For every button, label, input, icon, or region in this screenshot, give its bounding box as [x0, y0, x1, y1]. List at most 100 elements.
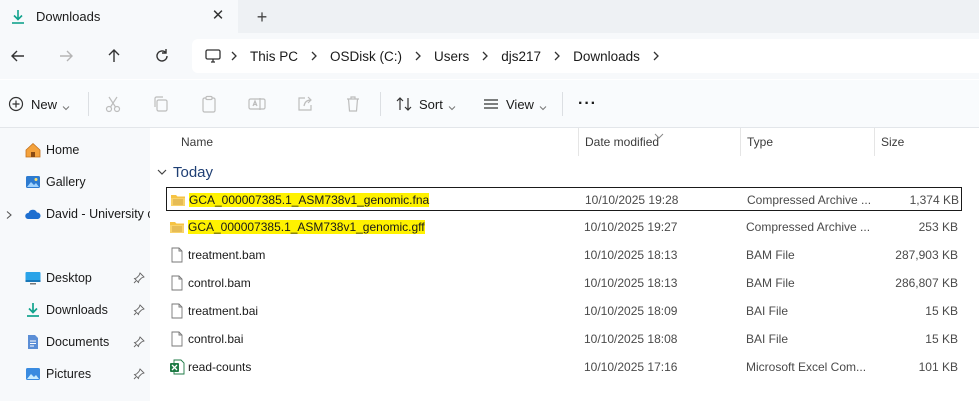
tab-title: Downloads [36, 9, 101, 24]
sidebar-item-documents[interactable]: Documents [0, 328, 150, 356]
breadcrumb-osdisk[interactable]: OSDisk (C:) [326, 49, 406, 64]
toolbar-divider [88, 92, 89, 116]
chevron-right-icon[interactable] [545, 48, 569, 64]
paste-icon[interactable] [199, 94, 219, 114]
download-icon [10, 9, 26, 25]
tab-bar: Downloads ✕ + [0, 0, 979, 33]
column-divider[interactable] [578, 128, 579, 156]
new-tab-button[interactable]: + [252, 7, 272, 27]
more-options-button[interactable]: ··· [578, 94, 597, 114]
sort-label: Sort [419, 96, 443, 112]
breadcrumb-users[interactable]: Users [430, 49, 473, 64]
file-row[interactable]: GCA_000007385.1_ASM738v1_genomic.gff 10/… [166, 215, 962, 239]
chevron-right-icon[interactable] [406, 48, 430, 64]
file-date: 10/10/2025 17:16 [584, 360, 678, 374]
chevron-down-icon [62, 100, 70, 111]
pin-icon[interactable] [133, 368, 145, 380]
copy-icon[interactable] [151, 94, 171, 114]
chevron-right-icon[interactable] [222, 48, 246, 64]
file-name-text: GCA_000007385.1_ASM738v1_genomic.gff [188, 220, 425, 234]
close-icon[interactable]: ✕ [210, 8, 226, 24]
pin-icon[interactable] [133, 336, 145, 348]
breadcrumb-downloads[interactable]: Downloads [569, 49, 644, 64]
chevron-right-icon[interactable] [644, 48, 668, 64]
file-date: 10/10/2025 18:13 [584, 248, 678, 262]
breadcrumb[interactable]: This PC OSDisk (C:) Users djs217 Downloa… [192, 39, 979, 73]
file-size: 15 KB [925, 332, 958, 346]
sort-caret-icon [654, 128, 664, 139]
group-label: Today [173, 163, 214, 181]
file-name: read-counts [188, 360, 252, 374]
file-name-text: GCA_000007385.1_ASM738v1_genomic.fna [189, 193, 430, 207]
file-size: 1,374 KB [909, 193, 959, 207]
chevron-right-icon[interactable] [302, 48, 326, 64]
share-icon[interactable] [295, 94, 315, 114]
file-type: BAI File [746, 304, 789, 318]
column-divider[interactable] [740, 128, 741, 156]
file-type: BAM File [746, 248, 795, 262]
file-icon [169, 275, 185, 291]
sidebar-item-onedrive[interactable]: David - University c [0, 200, 150, 228]
file-name: GCA_000007385.1_ASM738v1_genomic.gff [188, 215, 583, 239]
file-list: Name Date modified Type Size Today GCA_0… [150, 128, 979, 401]
file-size: 286,807 KB [895, 276, 958, 290]
sidebar-item-desktop[interactable]: Desktop [0, 264, 150, 292]
file-name: control.bam [188, 276, 251, 290]
delete-icon[interactable] [343, 94, 363, 114]
sidebar-item-label: Downloads [46, 303, 108, 317]
sidebar-item-home[interactable]: Home [0, 136, 150, 164]
monitor-icon [204, 47, 222, 65]
file-row[interactable]: GCA_000007385.1_ASM738v1_genomic.fna 10/… [166, 187, 962, 211]
file-size: 287,903 KB [895, 248, 958, 262]
sidebar-item-pictures[interactable]: Pictures [0, 360, 150, 388]
breadcrumb-this-pc[interactable]: This PC [246, 49, 302, 64]
cut-icon[interactable] [103, 94, 123, 114]
sidebar-item-gallery[interactable]: Gallery [0, 168, 150, 196]
gallery-icon [24, 173, 42, 191]
chevron-down-icon [448, 100, 456, 111]
file-name: GCA_000007385.1_ASM738v1_genomic.fna [189, 188, 584, 212]
column-header-date[interactable]: Date modified [585, 128, 659, 156]
excel-icon [169, 359, 185, 375]
view-label: View [506, 96, 534, 112]
sort-button[interactable]: Sort [395, 94, 456, 114]
new-button[interactable]: New [8, 94, 70, 114]
navigation-pane: Home Gallery David - University c Deskto… [0, 128, 150, 401]
chevron-right-icon[interactable] [473, 48, 497, 64]
back-arrow-icon[interactable] [8, 46, 28, 66]
plus-circle-icon [8, 96, 24, 112]
forward-arrow-icon[interactable] [56, 46, 76, 66]
file-type: BAM File [746, 276, 795, 290]
file-type: Compressed Archive ... [746, 220, 871, 234]
file-row[interactable]: treatment.bai 10/10/2025 18:09 BAI File … [166, 299, 962, 323]
file-date: 10/10/2025 19:28 [585, 193, 679, 207]
group-header-today[interactable]: Today [156, 162, 213, 182]
up-arrow-icon[interactable] [104, 46, 124, 66]
column-divider[interactable] [874, 128, 875, 156]
pictures-icon [24, 365, 42, 383]
pin-icon[interactable] [133, 272, 145, 284]
toolbar-divider [380, 92, 381, 116]
column-header-size[interactable]: Size [881, 128, 904, 156]
refresh-icon[interactable] [152, 46, 172, 66]
view-button[interactable]: View [482, 94, 547, 114]
new-label: New [31, 96, 58, 112]
chevron-down-icon [156, 166, 168, 178]
rename-icon[interactable] [247, 94, 267, 114]
address-row: This PC OSDisk (C:) Users djs217 Downloa… [0, 33, 979, 79]
breadcrumb-user[interactable]: djs217 [497, 49, 545, 64]
column-header-type[interactable]: Type [747, 128, 773, 156]
file-row[interactable]: control.bam 10/10/2025 18:13 BAM File 28… [166, 271, 962, 295]
sort-icon [395, 95, 413, 113]
chevron-down-icon [539, 100, 547, 111]
file-row[interactable]: control.bai 10/10/2025 18:08 BAI File 15… [166, 327, 962, 351]
file-size: 253 KB [918, 220, 958, 234]
download-icon [24, 301, 42, 319]
sidebar-item-downloads[interactable]: Downloads [0, 296, 150, 324]
tab-downloads[interactable]: Downloads ✕ [0, 0, 238, 33]
file-row[interactable]: treatment.bam 10/10/2025 18:13 BAM File … [166, 243, 962, 267]
chevron-right-icon[interactable] [4, 209, 14, 219]
column-header-name[interactable]: Name [181, 128, 213, 156]
file-row[interactable]: read-counts 10/10/2025 17:16 Microsoft E… [166, 355, 962, 379]
pin-icon[interactable] [133, 304, 145, 316]
